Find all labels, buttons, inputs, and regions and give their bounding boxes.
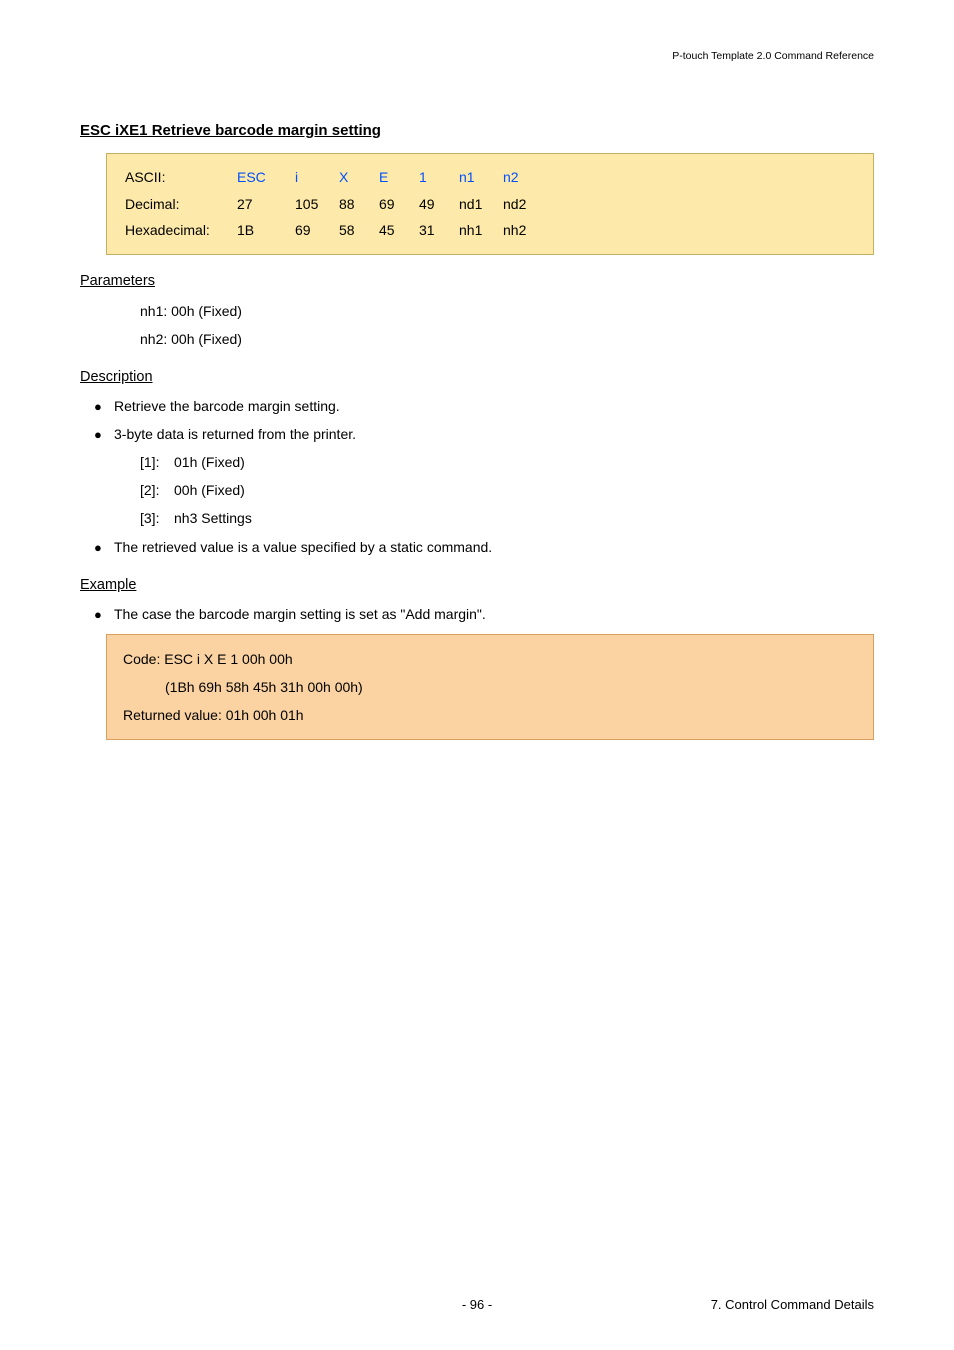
example-line: Returned value: 01h 00h 01h bbox=[123, 701, 857, 729]
bullet-icon: ● bbox=[94, 421, 114, 448]
desc-numbered: [3]: nh3 Settings bbox=[140, 504, 874, 532]
code-cell: 27 bbox=[237, 191, 295, 218]
example-line: (1Bh 69h 58h 45h 31h 00h 00h) bbox=[165, 673, 857, 701]
code-cell: 58 bbox=[339, 217, 379, 244]
bullet-icon: ● bbox=[94, 601, 114, 628]
num-label: [3]: bbox=[140, 504, 174, 532]
code-row-label: Decimal: bbox=[125, 191, 237, 218]
code-table: ASCII: ESC i X E 1 n1 n2 Decimal: 27 105… bbox=[106, 153, 874, 255]
num-text: nh3 Settings bbox=[174, 504, 252, 532]
num-label: [1]: bbox=[140, 448, 174, 476]
code-cell: X bbox=[339, 164, 379, 191]
desc-bullet: ● Retrieve the barcode margin setting. bbox=[94, 393, 874, 420]
code-cell: n2 bbox=[503, 164, 547, 191]
code-cell: i bbox=[295, 164, 339, 191]
code-cell: 105 bbox=[295, 191, 339, 218]
code-cell: nd2 bbox=[503, 191, 547, 218]
num-label: [2]: bbox=[140, 476, 174, 504]
description-heading: Description bbox=[80, 369, 874, 385]
parameters-heading: Parameters bbox=[80, 273, 874, 289]
code-row-decimal: Decimal: 27 105 88 69 49 nd1 nd2 bbox=[125, 191, 855, 218]
code-cell: 49 bbox=[419, 191, 459, 218]
desc-numbered: [1]: 01h (Fixed) bbox=[140, 448, 874, 476]
code-cell: 31 bbox=[419, 217, 459, 244]
bullet-icon: ● bbox=[94, 393, 114, 420]
bullet-icon: ● bbox=[94, 534, 114, 561]
desc-bullet: ● 3-byte data is returned from the print… bbox=[94, 421, 874, 448]
code-cell: 69 bbox=[295, 217, 339, 244]
code-cell: 45 bbox=[379, 217, 419, 244]
code-cell: ESC bbox=[237, 164, 295, 191]
num-text: 00h (Fixed) bbox=[174, 476, 245, 504]
desc-numbered: [2]: 00h (Fixed) bbox=[140, 476, 874, 504]
code-cell: 88 bbox=[339, 191, 379, 218]
code-row-label: Hexadecimal: bbox=[125, 217, 237, 244]
num-text: 01h (Fixed) bbox=[174, 448, 245, 476]
code-cell: nh2 bbox=[503, 217, 547, 244]
code-row-label: ASCII: bbox=[125, 164, 237, 191]
example-line: Code: ESC i X E 1 00h 00h bbox=[123, 645, 857, 673]
code-cell: 69 bbox=[379, 191, 419, 218]
code-cell: 1 bbox=[419, 164, 459, 191]
example-box: Code: ESC i X E 1 00h 00h (1Bh 69h 58h 4… bbox=[106, 634, 874, 740]
desc-bullet: ● The retrieved value is a value specifi… bbox=[94, 534, 874, 561]
param-line: nh2: 00h (Fixed) bbox=[140, 325, 874, 353]
code-cell: 1B bbox=[237, 217, 295, 244]
example-bullet-text: The case the barcode margin setting is s… bbox=[114, 601, 874, 628]
code-cell: n1 bbox=[459, 164, 503, 191]
page-number: - 96 - bbox=[80, 1297, 874, 1312]
param-line: nh1: 00h (Fixed) bbox=[140, 297, 874, 325]
example-heading: Example bbox=[80, 577, 874, 593]
parameters-block: nh1: 00h (Fixed) nh2: 00h (Fixed) bbox=[140, 297, 874, 353]
code-cell: E bbox=[379, 164, 419, 191]
code-cell: nh1 bbox=[459, 217, 503, 244]
page-footer: - 96 - 7. Control Command Details bbox=[80, 1297, 874, 1312]
desc-bullet-text: Retrieve the barcode margin setting. bbox=[114, 393, 874, 420]
example-bullet: ● The case the barcode margin setting is… bbox=[94, 601, 874, 628]
section-title: ESC iXE1 Retrieve barcode margin setting bbox=[80, 122, 874, 139]
code-row-ascii: ASCII: ESC i X E 1 n1 n2 bbox=[125, 164, 855, 191]
desc-bullet-text: The retrieved value is a value specified… bbox=[114, 534, 874, 561]
code-row-hex: Hexadecimal: 1B 69 58 45 31 nh1 nh2 bbox=[125, 217, 855, 244]
code-cell: nd1 bbox=[459, 191, 503, 218]
doc-header: P-touch Template 2.0 Command Reference bbox=[80, 50, 874, 62]
desc-bullet-text: 3-byte data is returned from the printer… bbox=[114, 421, 874, 448]
